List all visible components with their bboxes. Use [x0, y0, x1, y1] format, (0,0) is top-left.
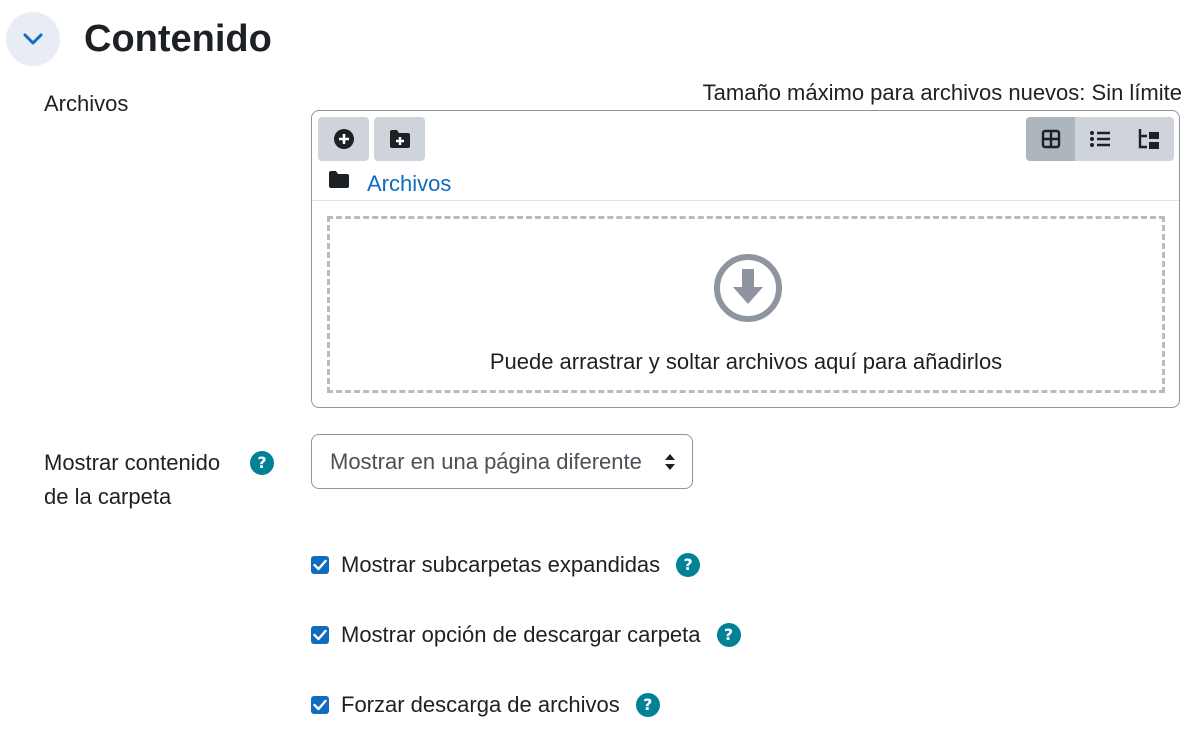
plus-circle-icon [333, 129, 354, 149]
tree-view-button[interactable] [1125, 117, 1174, 161]
file-manager-divider [312, 200, 1179, 201]
checkbox-label: Forzar descarga de archivos [341, 692, 620, 717]
sort-caret-icon [665, 454, 675, 470]
checkmark-icon [313, 629, 327, 641]
file-dropzone[interactable]: Puede arrastrar y soltar archivos aquí p… [327, 216, 1165, 393]
folder-icon [329, 171, 349, 188]
select-value: Mostrar en una página diferente [330, 448, 642, 474]
create-folder-button[interactable] [374, 117, 425, 161]
section-collapse-button[interactable] [6, 12, 60, 66]
view-switcher [1026, 117, 1174, 161]
checkbox-label: Mostrar subcarpetas expandidas [341, 552, 661, 577]
display-mode-select[interactable]: Mostrar en una página diferente [311, 434, 693, 489]
breadcrumb-folder-link[interactable]: Archivos [367, 169, 451, 199]
file-manager: Archivos Puede arrastrar y soltar archiv… [311, 110, 1180, 408]
section-title: Contenido [84, 18, 272, 60]
help-icon[interactable]: ? [250, 451, 274, 475]
display-content-label-line1: Mostrar contenido [44, 450, 221, 475]
download-circle-icon [714, 254, 782, 322]
list-view-button[interactable] [1075, 117, 1124, 161]
grid-view-icon [1041, 129, 1060, 149]
help-icon[interactable]: ? [716, 623, 741, 647]
folder-plus-icon [389, 130, 410, 148]
list-view-icon [1089, 131, 1110, 147]
force-download-checkbox[interactable] [311, 696, 329, 714]
tree-view-icon [1139, 129, 1160, 149]
dropzone-text: Puede arrastrar y soltar archivos aquí p… [489, 349, 1003, 374]
checkmark-icon [313, 699, 327, 711]
grid-view-button[interactable] [1026, 117, 1076, 161]
help-icon[interactable]: ? [676, 553, 701, 577]
help-icon[interactable]: ? [635, 693, 660, 717]
show-expanded-checkbox[interactable] [311, 556, 329, 574]
checkmark-icon [313, 559, 327, 571]
checkbox-row-force-download: Forzar descarga de archivos ? [311, 690, 660, 720]
max-size-text: Tamaño máximo para archivos nuevos: Sin … [702, 80, 1182, 105]
checkbox-label: Mostrar opción de descargar carpeta [341, 622, 701, 647]
add-file-button[interactable] [318, 117, 369, 161]
checkbox-row-download: Mostrar opción de descargar carpeta ? [311, 620, 741, 650]
display-content-label-line2: de la carpeta [44, 484, 172, 509]
show-download-checkbox[interactable] [311, 626, 329, 644]
files-label: Archivos [44, 91, 129, 116]
chevron-down-icon [23, 33, 43, 45]
checkbox-row-subfolders: Mostrar subcarpetas expandidas ? [311, 550, 701, 580]
